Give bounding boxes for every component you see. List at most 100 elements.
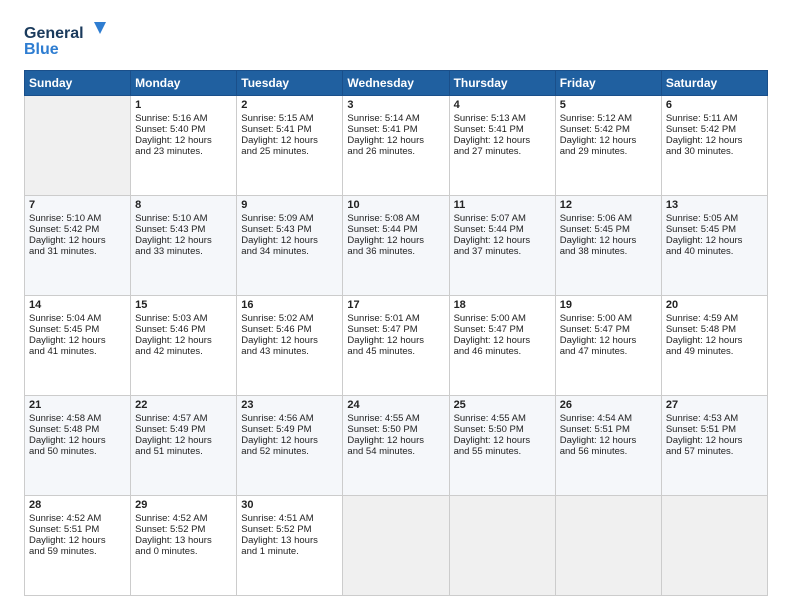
- day-info: Daylight: 12 hours: [560, 135, 657, 146]
- calendar-cell: 30Sunrise: 4:51 AMSunset: 5:52 PMDayligh…: [237, 496, 343, 596]
- day-info: Daylight: 12 hours: [241, 335, 338, 346]
- day-info: Sunset: 5:46 PM: [135, 324, 232, 335]
- calendar-cell: 7Sunrise: 5:10 AMSunset: 5:42 PMDaylight…: [25, 196, 131, 296]
- calendar-cell: [661, 496, 767, 596]
- day-info: Sunrise: 5:08 AM: [347, 213, 444, 224]
- day-info: Sunrise: 5:07 AM: [454, 213, 551, 224]
- day-info: Daylight: 12 hours: [241, 435, 338, 446]
- day-info: Sunset: 5:44 PM: [347, 224, 444, 235]
- day-info: and 45 minutes.: [347, 346, 444, 357]
- day-number: 4: [454, 99, 551, 111]
- calendar-cell: 14Sunrise: 5:04 AMSunset: 5:45 PMDayligh…: [25, 296, 131, 396]
- calendar-cell: 18Sunrise: 5:00 AMSunset: 5:47 PMDayligh…: [449, 296, 555, 396]
- calendar-header-monday: Monday: [131, 71, 237, 96]
- day-info: Sunset: 5:47 PM: [560, 324, 657, 335]
- day-number: 5: [560, 99, 657, 111]
- day-info: and 59 minutes.: [29, 546, 126, 557]
- day-info: Daylight: 12 hours: [666, 135, 763, 146]
- day-number: 28: [29, 499, 126, 511]
- calendar-header-wednesday: Wednesday: [343, 71, 449, 96]
- calendar-cell: 13Sunrise: 5:05 AMSunset: 5:45 PMDayligh…: [661, 196, 767, 296]
- day-info: Sunrise: 4:59 AM: [666, 313, 763, 324]
- day-info: Daylight: 12 hours: [454, 435, 551, 446]
- calendar-header-sunday: Sunday: [25, 71, 131, 96]
- day-number: 18: [454, 299, 551, 311]
- day-number: 15: [135, 299, 232, 311]
- calendar-week-row: 28Sunrise: 4:52 AMSunset: 5:51 PMDayligh…: [25, 496, 768, 596]
- day-number: 23: [241, 399, 338, 411]
- day-info: Sunset: 5:43 PM: [135, 224, 232, 235]
- day-info: Sunrise: 4:52 AM: [29, 513, 126, 524]
- day-info: Sunrise: 4:55 AM: [347, 413, 444, 424]
- calendar-week-row: 21Sunrise: 4:58 AMSunset: 5:48 PMDayligh…: [25, 396, 768, 496]
- calendar-header-saturday: Saturday: [661, 71, 767, 96]
- day-info: Sunset: 5:43 PM: [241, 224, 338, 235]
- calendar-cell: 1Sunrise: 5:16 AMSunset: 5:40 PMDaylight…: [131, 96, 237, 196]
- svg-text:General: General: [24, 25, 84, 42]
- day-info: and 54 minutes.: [347, 446, 444, 457]
- day-info: Sunset: 5:45 PM: [29, 324, 126, 335]
- day-info: Daylight: 12 hours: [135, 135, 232, 146]
- day-info: Sunset: 5:45 PM: [560, 224, 657, 235]
- day-number: 27: [666, 399, 763, 411]
- calendar-cell: 5 Sunrise: 5:12 AMSunset: 5:42 PMDaylight…: [555, 96, 661, 196]
- day-info: Sunrise: 4:58 AM: [29, 413, 126, 424]
- calendar-header-friday: Friday: [555, 71, 661, 96]
- day-info: Sunrise: 5:12 AM: [560, 113, 657, 124]
- day-info: and 0 minutes.: [135, 546, 232, 557]
- day-info: Sunset: 5:51 PM: [29, 524, 126, 535]
- day-number: 17: [347, 299, 444, 311]
- calendar-header-tuesday: Tuesday: [237, 71, 343, 96]
- day-info: Sunset: 5:41 PM: [241, 124, 338, 135]
- calendar-week-row: 1Sunrise: 5:16 AMSunset: 5:40 PMDaylight…: [25, 96, 768, 196]
- day-info: Sunset: 5:46 PM: [241, 324, 338, 335]
- calendar-cell: 4Sunrise: 5:13 AMSunset: 5:41 PMDaylight…: [449, 96, 555, 196]
- day-info: and 27 minutes.: [454, 146, 551, 157]
- day-info: Sunset: 5:52 PM: [241, 524, 338, 535]
- day-info: Sunset: 5:47 PM: [454, 324, 551, 335]
- day-info: Sunset: 5:42 PM: [560, 124, 657, 135]
- day-number: 24: [347, 399, 444, 411]
- day-info: and 51 minutes.: [135, 446, 232, 457]
- day-number: 29: [135, 499, 232, 511]
- day-number: 26: [560, 399, 657, 411]
- logo: GeneralBlue: [24, 20, 114, 60]
- day-info: Sunrise: 5:01 AM: [347, 313, 444, 324]
- day-info: Daylight: 12 hours: [135, 335, 232, 346]
- day-info: and 57 minutes.: [666, 446, 763, 457]
- day-number: 21: [29, 399, 126, 411]
- day-info: Sunset: 5:41 PM: [454, 124, 551, 135]
- calendar-cell: 17Sunrise: 5:01 AMSunset: 5:47 PMDayligh…: [343, 296, 449, 396]
- day-info: and 55 minutes.: [454, 446, 551, 457]
- calendar-cell: 29Sunrise: 4:52 AMSunset: 5:52 PMDayligh…: [131, 496, 237, 596]
- day-info: Sunset: 5:51 PM: [666, 424, 763, 435]
- day-info: Daylight: 12 hours: [454, 135, 551, 146]
- day-info: and 25 minutes.: [241, 146, 338, 157]
- day-info: Daylight: 12 hours: [29, 335, 126, 346]
- calendar-cell: 21Sunrise: 4:58 AMSunset: 5:48 PMDayligh…: [25, 396, 131, 496]
- day-info: Sunrise: 4:57 AM: [135, 413, 232, 424]
- calendar-cell: 9Sunrise: 5:09 AMSunset: 5:43 PMDaylight…: [237, 196, 343, 296]
- calendar-cell: 28 Sunrise: 4:52 AMSunset: 5:51 PMDayligh…: [25, 496, 131, 596]
- day-info: Sunrise: 5:10 AM: [135, 213, 232, 224]
- day-info: Daylight: 12 hours: [560, 335, 657, 346]
- day-info: Sunrise: 4:52 AM: [135, 513, 232, 524]
- day-info: and 37 minutes.: [454, 246, 551, 257]
- day-info: Sunset: 5:42 PM: [29, 224, 126, 235]
- day-info: Sunset: 5:49 PM: [241, 424, 338, 435]
- day-info: and 52 minutes.: [241, 446, 338, 457]
- day-info: Daylight: 12 hours: [29, 535, 126, 546]
- day-number: 1: [135, 99, 232, 111]
- day-info: Sunrise: 5:04 AM: [29, 313, 126, 324]
- day-number: 3: [347, 99, 444, 111]
- day-info: Sunrise: 5:00 AM: [560, 313, 657, 324]
- day-info: and 40 minutes.: [666, 246, 763, 257]
- calendar-week-row: 7Sunrise: 5:10 AMSunset: 5:42 PMDaylight…: [25, 196, 768, 296]
- calendar-table: SundayMondayTuesdayWednesdayThursdayFrid…: [24, 70, 768, 596]
- calendar-cell: 12Sunrise: 5:06 AMSunset: 5:45 PMDayligh…: [555, 196, 661, 296]
- day-info: and 26 minutes.: [347, 146, 444, 157]
- day-info: and 30 minutes.: [666, 146, 763, 157]
- page: GeneralBlue SundayMondayTuesdayWednesday…: [0, 0, 792, 612]
- day-number: 22: [135, 399, 232, 411]
- day-info: Daylight: 12 hours: [666, 335, 763, 346]
